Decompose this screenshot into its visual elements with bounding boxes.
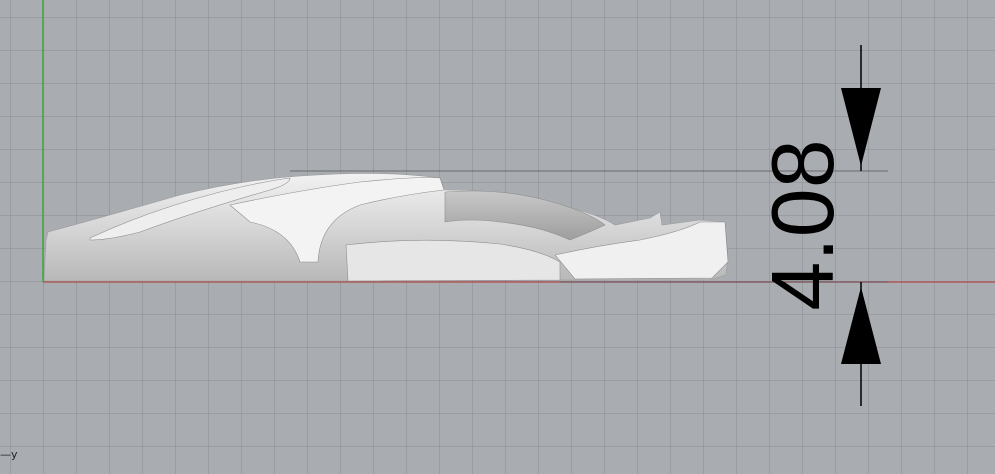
right-viewport[interactable]: 4.08 —y bbox=[0, 0, 995, 474]
car-model[interactable] bbox=[43, 173, 729, 282]
axis-label-y: —y bbox=[0, 448, 18, 461]
dimension-value[interactable]: 4.08 bbox=[753, 139, 852, 310]
